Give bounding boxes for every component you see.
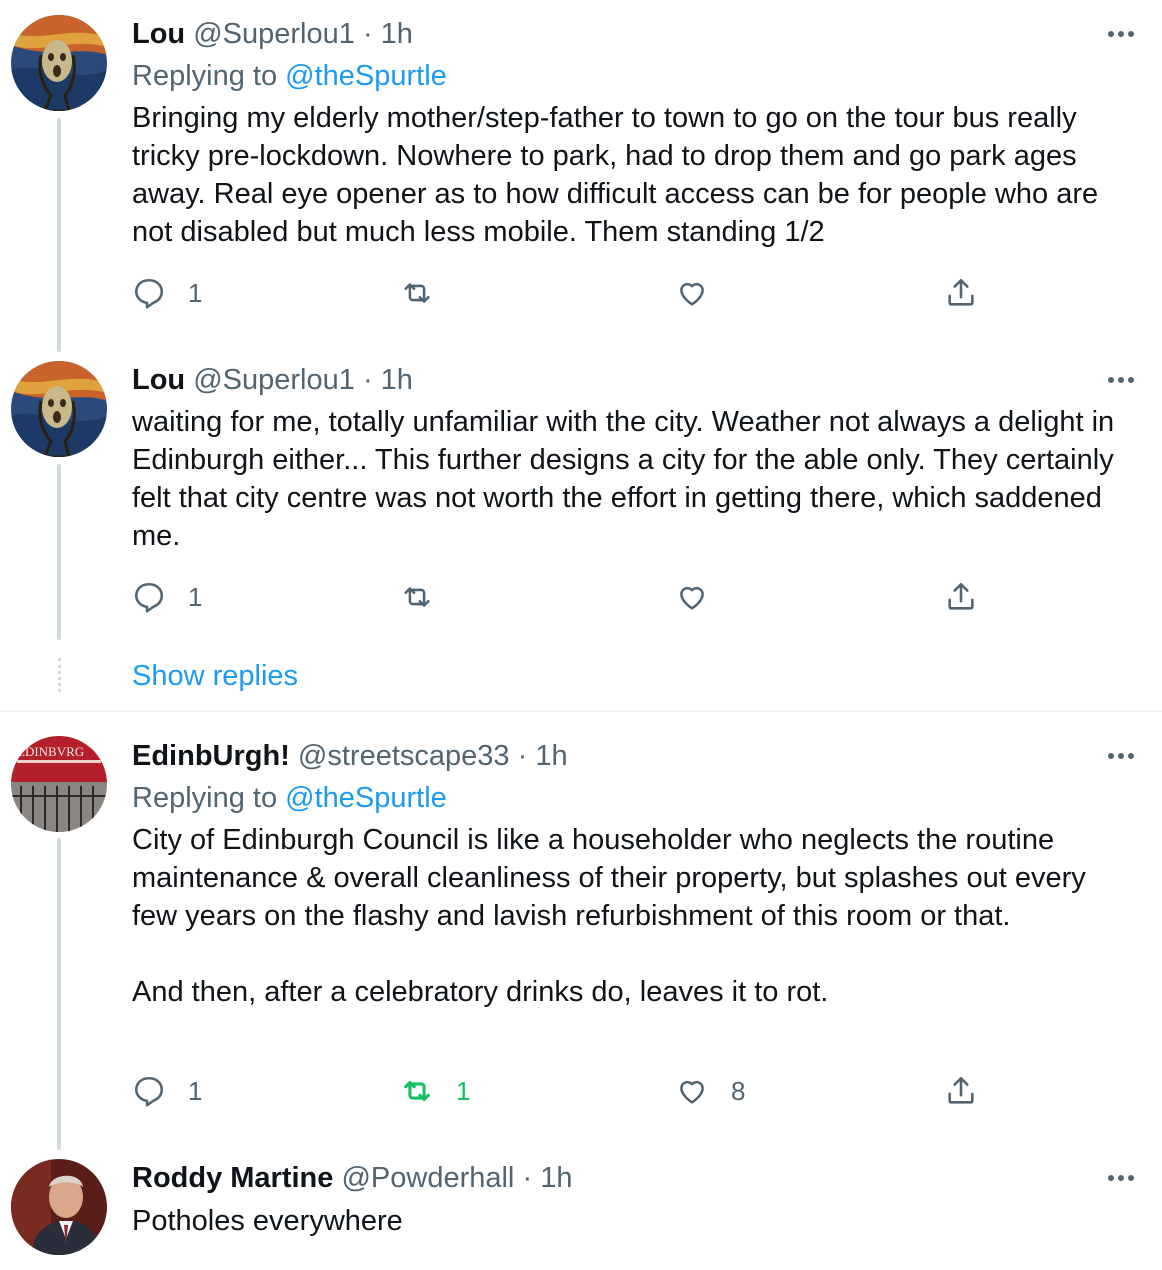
timestamp[interactable]: 1h: [540, 1162, 572, 1194]
like-button[interactable]: [675, 276, 709, 310]
timestamp[interactable]: 1h: [381, 364, 413, 396]
display-name[interactable]: Lou: [132, 364, 185, 396]
replying-to: Replying to @theSpurtle: [132, 59, 447, 93]
retweet-icon: [404, 587, 430, 607]
share-button[interactable]: [944, 276, 978, 310]
more-icon[interactable]: [1108, 746, 1140, 766]
separator: ·: [362, 18, 373, 50]
reply-button[interactable]: 1: [132, 1074, 202, 1108]
like-button[interactable]: [675, 580, 709, 614]
thread-line: [57, 464, 61, 640]
handle[interactable]: @Powderhall: [341, 1162, 514, 1194]
separator: ·: [362, 364, 373, 396]
reply-count: 1: [188, 581, 203, 612]
display-name[interactable]: Roddy Martine: [132, 1162, 333, 1194]
avatar[interactable]: [11, 361, 107, 457]
retweet-icon: [404, 283, 430, 303]
separator: ·: [522, 1162, 533, 1194]
timestamp[interactable]: 1h: [535, 740, 567, 772]
share-icon: [948, 278, 974, 306]
retweet-button[interactable]: 1: [400, 1074, 470, 1108]
handle[interactable]: @streetscape33: [298, 740, 510, 772]
avatar[interactable]: [11, 15, 107, 111]
replying-to-handle[interactable]: @theSpurtle: [285, 782, 447, 814]
retweet-button[interactable]: [400, 580, 434, 614]
tweet-text: waiting for me, totally unfamiliar with …: [132, 406, 1115, 552]
reply-button[interactable]: 1: [132, 580, 202, 614]
tweet-text: Bringing my elderly mother/step-father t…: [132, 102, 1099, 248]
tweet-text: Potholes everywhere: [132, 1205, 403, 1237]
separator: ·: [517, 740, 528, 772]
tweet-header: Lou @Superlou1 · 1h: [132, 17, 413, 51]
reply-button[interactable]: 1: [132, 276, 202, 310]
reply-icon: [134, 582, 164, 613]
like-button[interactable]: 8: [675, 1074, 745, 1108]
replying-to: Replying to @theSpurtle: [132, 781, 447, 815]
replying-to-label: Replying to: [132, 782, 278, 814]
tweet-text: City of Edinburgh Council is like a hous…: [132, 821, 1132, 1011]
tweet-paragraph: And then, after a celebratory drinks do,…: [132, 976, 829, 1008]
edinburgh-sign-avatar-icon: EDINBVRG: [11, 736, 107, 832]
scream-painting-avatar-icon: [11, 15, 107, 111]
share-button[interactable]: [944, 580, 978, 614]
reply-count: 1: [188, 277, 203, 308]
avatar[interactable]: EDINBVRG: [11, 736, 107, 832]
more-icon[interactable]: [1108, 370, 1140, 390]
like-count: 8: [731, 1075, 746, 1106]
thread-line: [57, 118, 61, 352]
tweet-header: Roddy Martine @Powderhall · 1h: [132, 1161, 572, 1195]
tweet-header: Lou @Superlou1 · 1h: [132, 363, 413, 397]
display-name[interactable]: EdinbUrgh!: [132, 740, 290, 772]
avatar[interactable]: [11, 1159, 107, 1255]
divider: [0, 710, 1162, 712]
handle[interactable]: @Superlou1: [193, 364, 355, 396]
heart-icon: [680, 1080, 704, 1104]
replying-to-handle[interactable]: @theSpurtle: [285, 60, 447, 92]
reply-icon: [134, 1076, 164, 1107]
avatar-sign-text: EDINBVRG: [17, 744, 84, 759]
tweet-paragraph: City of Edinburgh Council is like a hous…: [132, 824, 1086, 932]
more-icon[interactable]: [1108, 1168, 1140, 1188]
reply-count: 1: [188, 1075, 203, 1106]
handle[interactable]: @Superlou1: [193, 18, 355, 50]
retweet-button[interactable]: [400, 276, 434, 310]
scream-painting-avatar-icon: [11, 361, 107, 457]
share-icon: [948, 1076, 974, 1104]
thread-dots: [58, 658, 63, 692]
tweet-header: EdinbUrgh! @streetscape33 · 1h: [132, 739, 568, 773]
share-button[interactable]: [944, 1074, 978, 1108]
heart-icon: [680, 586, 704, 610]
replying-to-label: Replying to: [132, 60, 278, 92]
retweet-icon: [404, 1080, 430, 1102]
display-name[interactable]: Lou: [132, 18, 185, 50]
reply-icon: [134, 278, 164, 309]
man-portrait-avatar-icon: [11, 1159, 107, 1255]
show-replies-link[interactable]: Show replies: [132, 659, 298, 693]
heart-icon: [680, 282, 704, 306]
more-icon[interactable]: [1108, 24, 1140, 44]
thread-line: [57, 838, 61, 1150]
retweet-count: 1: [456, 1075, 471, 1106]
timestamp[interactable]: 1h: [381, 18, 413, 50]
share-icon: [948, 582, 974, 610]
